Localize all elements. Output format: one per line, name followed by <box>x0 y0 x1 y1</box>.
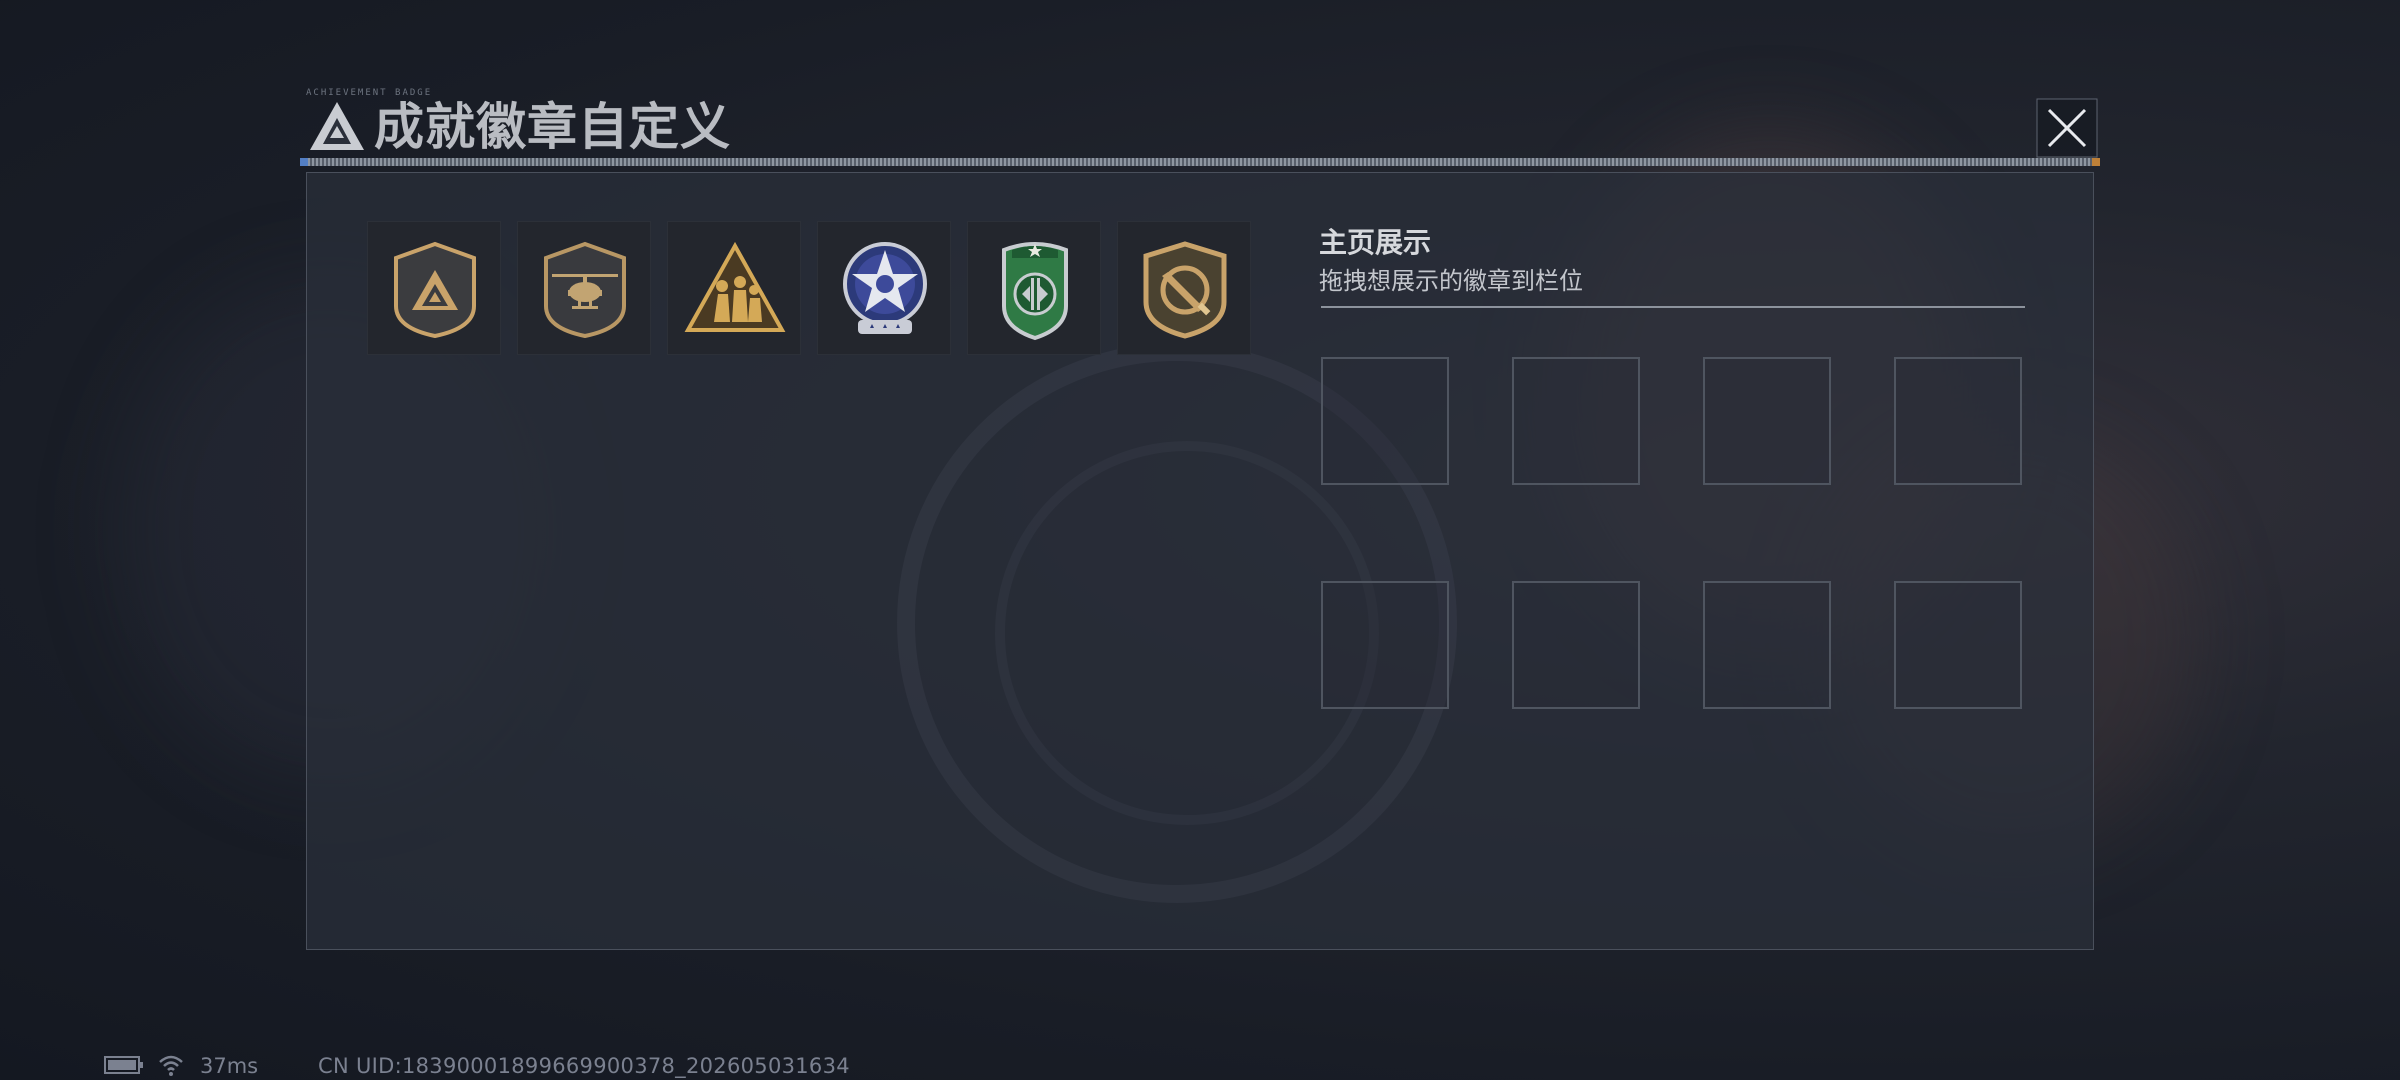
badge-slot[interactable] <box>1703 581 1831 709</box>
battery-icon <box>104 1056 143 1074</box>
badge-item[interactable] <box>817 221 951 355</box>
soldiers-triangle-badge-icon <box>684 241 786 332</box>
ping-readout: 37ms <box>200 1054 259 1078</box>
badge-item[interactable] <box>1117 221 1251 355</box>
home-display-title: 主页展示 <box>1319 226 1432 259</box>
triangle-shield-badge-icon <box>394 241 476 339</box>
badge-item[interactable] <box>367 221 501 355</box>
close-button[interactable] <box>2036 98 2098 158</box>
badge-item[interactable] <box>667 221 801 355</box>
triangle-logo-icon <box>310 102 364 150</box>
badge-slot[interactable] <box>1703 357 1831 485</box>
home-display-divider <box>1321 306 2025 308</box>
star-round-badge-icon <box>843 242 927 334</box>
helicopter-shield-badge-icon <box>544 241 626 339</box>
badge-slot[interactable] <box>1321 581 1449 709</box>
wifi-icon <box>159 1055 183 1076</box>
badge-slot[interactable] <box>1512 581 1640 709</box>
badge-slot[interactable] <box>1894 357 2022 485</box>
badge-item[interactable] <box>967 221 1101 355</box>
badge-slot[interactable] <box>1894 581 2022 709</box>
close-icon <box>2036 98 2098 158</box>
badge-slot[interactable] <box>1321 357 1449 485</box>
green-shield-badge-icon <box>1002 242 1068 341</box>
dialog-title-bar: ACHIEVEMENT BADGE 成就徽章自定义 <box>302 88 2102 168</box>
badge-slot[interactable] <box>1512 357 1640 485</box>
knife-shield-badge-icon <box>1143 241 1227 339</box>
title-divider <box>300 158 2100 166</box>
badge-item[interactable] <box>517 221 651 355</box>
user-uid: CN UID:18390001899669900378_202605031634 <box>318 1054 850 1078</box>
dialog-title: 成就徽章自定义 <box>374 98 731 156</box>
home-display-hint: 拖拽想展示的徽章到栏位 <box>1319 267 1583 295</box>
badge-customize-panel: 主页展示 拖拽想展示的徽章到栏位 <box>306 172 2094 950</box>
